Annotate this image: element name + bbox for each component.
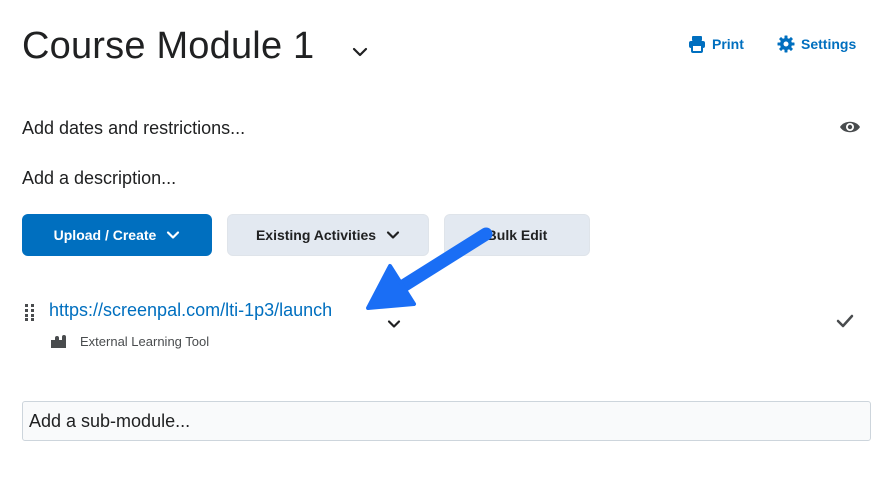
add-dates-link[interactable]: Add dates and restrictions...	[22, 118, 245, 139]
existing-activities-label: Existing Activities	[255, 227, 377, 243]
upload-create-label: Upload / Create	[53, 227, 157, 243]
print-label: Print	[712, 36, 744, 52]
gear-icon	[777, 35, 795, 53]
bulk-edit-label: Bulk Edit	[486, 227, 548, 243]
topic-link[interactable]: https://screenpal.com/lti-1p3/launch	[49, 300, 332, 321]
upload-create-button[interactable]: Upload / Create	[22, 214, 212, 256]
settings-label: Settings	[801, 36, 857, 52]
drag-handle-icon[interactable]	[24, 303, 36, 321]
print-button[interactable]: Print	[688, 34, 744, 54]
topic-menu-chevron-icon[interactable]	[385, 315, 403, 333]
chevron-down-icon	[386, 231, 400, 239]
submodule-placeholder: Add a sub-module...	[29, 410, 191, 431]
checkmark-icon[interactable]	[835, 312, 855, 330]
eye-icon[interactable]	[839, 119, 861, 135]
add-description-link[interactable]: Add a description...	[22, 168, 176, 189]
add-submodule-input[interactable]: Add a sub-module...	[22, 401, 871, 441]
existing-activities-button[interactable]: Existing Activities	[227, 214, 429, 256]
chevron-down-icon[interactable]	[350, 42, 370, 62]
chevron-down-icon	[167, 231, 180, 239]
page-title: Course Module 1	[22, 25, 315, 67]
settings-button[interactable]: Settings	[777, 34, 856, 54]
bulk-edit-button[interactable]: Bulk Edit	[444, 214, 590, 256]
puzzle-piece-icon	[51, 335, 66, 348]
printer-icon	[689, 36, 705, 53]
topic-type-label: External Learning Tool	[80, 334, 210, 349]
